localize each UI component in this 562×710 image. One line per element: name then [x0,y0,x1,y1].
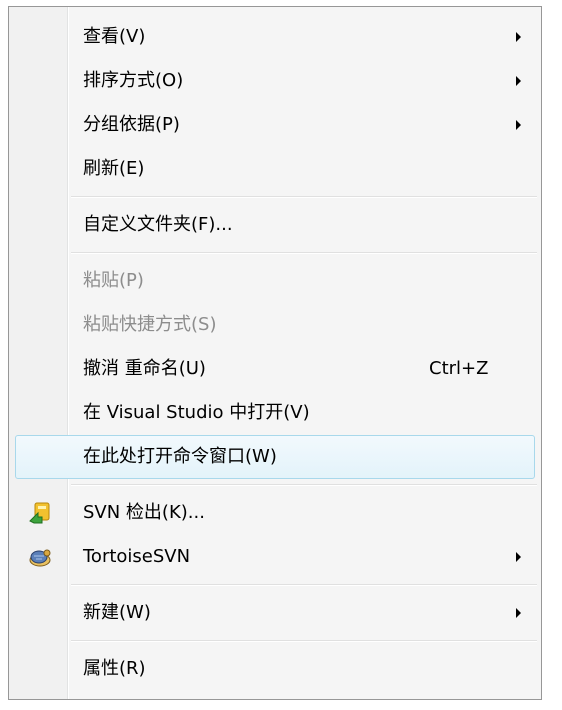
context-menu: 查看(V) 排序方式(O) 分组依据(P) 刷新(E) 自定义文件夹(F)...… [8,6,542,700]
menu-item-customize-folder[interactable]: 自定义文件夹(F)... [9,203,541,247]
menu-item-refresh[interactable]: 刷新(E) [9,147,541,191]
menu-item-paste-shortcut-label: 粘贴快捷方式(S) [83,314,217,335]
menu-item-refresh-label: 刷新(E) [83,158,145,179]
menu-item-undo-rename-shortcut: Ctrl+Z [429,358,489,379]
menu-separator [9,479,541,491]
menu-item-svn-checkout-label: SVN 检出(K)... [83,502,205,523]
menu-item-customize-folder-label: 自定义文件夹(F)... [83,214,233,235]
menu-items: 查看(V) 排序方式(O) 分组依据(P) 刷新(E) 自定义文件夹(F)...… [9,15,541,691]
menu-separator [9,191,541,203]
menu-item-svn-checkout[interactable]: SVN 检出(K)... [9,491,541,535]
menu-item-paste[interactable]: 粘贴(P) [9,259,541,303]
menu-item-tortoisesvn[interactable]: TortoiseSVN [9,535,541,579]
submenu-arrow-icon [516,552,521,562]
menu-separator [9,247,541,259]
menu-item-open-command-window[interactable]: 在此处打开命令窗口(W) [13,435,537,479]
menu-item-new-label: 新建(W) [83,602,151,623]
menu-item-paste-label: 粘贴(P) [83,270,144,291]
menu-item-tortoisesvn-label: TortoiseSVN [83,546,191,567]
menu-item-paste-shortcut[interactable]: 粘贴快捷方式(S) [9,303,541,347]
menu-item-group-label: 分组依据(P) [83,114,180,135]
submenu-arrow-icon [516,76,521,86]
submenu-arrow-icon [516,120,521,130]
menu-item-sort-label: 排序方式(O) [83,70,184,91]
menu-item-properties[interactable]: 属性(R) [9,647,541,691]
submenu-arrow-icon [516,32,521,42]
menu-item-open-in-visual-studio-label: 在 Visual Studio 中打开(V) [83,402,310,423]
menu-item-group[interactable]: 分组依据(P) [9,103,541,147]
menu-item-new[interactable]: 新建(W) [9,591,541,635]
menu-item-view[interactable]: 查看(V) [9,15,541,59]
menu-item-open-in-visual-studio[interactable]: 在 Visual Studio 中打开(V) [9,391,541,435]
menu-item-sort[interactable]: 排序方式(O) [9,59,541,103]
menu-separator [9,635,541,647]
menu-item-view-label: 查看(V) [83,26,146,47]
menu-item-open-command-window-label: 在此处打开命令窗口(W) [83,446,277,467]
menu-item-undo-rename[interactable]: 撤消 重命名(U) Ctrl+Z [9,347,541,391]
svn-checkout-icon [28,501,52,525]
menu-separator [9,579,541,591]
menu-item-properties-label: 属性(R) [83,658,146,679]
menu-item-undo-rename-label: 撤消 重命名(U) [83,358,206,379]
tortoisesvn-icon [28,545,52,569]
submenu-arrow-icon [516,608,521,618]
